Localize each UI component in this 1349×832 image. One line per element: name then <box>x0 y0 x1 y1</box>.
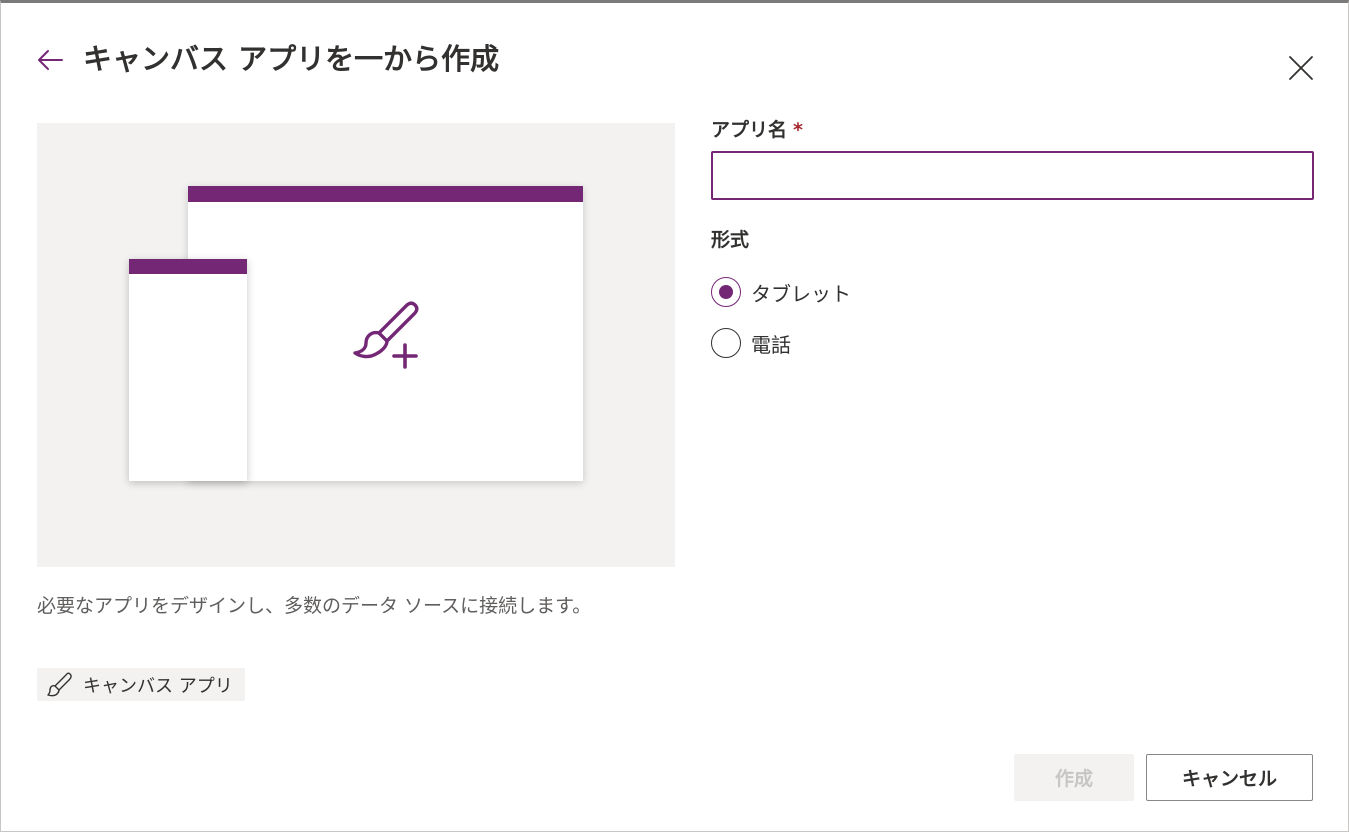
format-option-phone[interactable]: 電話 <box>711 327 791 359</box>
tablet-radio[interactable] <box>711 277 741 307</box>
phone-radio-label: 電話 <box>751 332 791 357</box>
tablet-window-titlebar <box>188 186 583 202</box>
create-button[interactable]: 作成 <box>1014 754 1134 801</box>
app-name-input[interactable] <box>711 151 1314 200</box>
create-canvas-app-dialog: キャンバス アプリを一から作成 必要なアプリをデザインし、多数のデータ ソースに… <box>0 0 1349 832</box>
close-button[interactable] <box>1285 52 1317 84</box>
phone-window-illustration <box>129 259 247 481</box>
app-description: 必要なアプリをデザインし、多数のデータ ソースに接続します。 <box>37 595 592 617</box>
phone-radio[interactable] <box>711 328 741 358</box>
tag-label: キャンバス アプリ <box>83 675 233 697</box>
format-label: 形式 <box>711 229 750 251</box>
tablet-radio-label: タブレット <box>751 281 851 306</box>
arrow-left-icon <box>38 50 63 70</box>
required-marker: * <box>793 119 803 141</box>
paintbrush-add-icon <box>353 301 419 369</box>
phone-window-titlebar <box>129 259 247 274</box>
canvas-app-tag: キャンバス アプリ <box>37 668 245 701</box>
close-icon <box>1289 56 1313 80</box>
app-name-label-text: アプリ名 <box>711 119 788 141</box>
cancel-button[interactable]: キャンセル <box>1146 754 1313 801</box>
format-option-tablet[interactable]: タブレット <box>711 276 851 308</box>
dialog-title: キャンバス アプリを一から作成 <box>83 42 500 76</box>
paintbrush-icon <box>47 671 72 696</box>
canvas-app-illustration <box>37 123 675 567</box>
app-name-label: アプリ名 * <box>711 117 803 143</box>
back-button[interactable] <box>35 45 65 75</box>
